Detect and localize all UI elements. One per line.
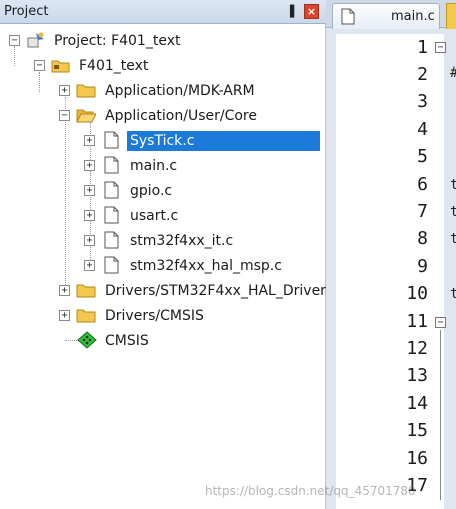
tree-row-file[interactable]: + gpio.c (0, 178, 326, 203)
tree-row-group[interactable]: + Drivers/STM32F4xx_HAL_Driver (0, 278, 326, 303)
collapse-toggle[interactable]: − (9, 35, 20, 46)
tree-row-file[interactable]: + usart.c (0, 203, 326, 228)
tree-label-component: CMSIS (105, 333, 149, 349)
line-number: 15 (406, 420, 428, 441)
editor-panel: main.c 1 2 3 4 5 6 7 8 9 10 11 12 13 14 … (326, 0, 456, 509)
project-panel: Project ▐ × − Project: F401_text − F401_… (0, 0, 326, 509)
line-number: 3 (417, 91, 428, 112)
line-number: 5 (417, 146, 428, 167)
expand-toggle[interactable]: + (84, 135, 95, 146)
folder-icon (76, 284, 96, 298)
tree-label-file: gpio.c (130, 183, 173, 199)
tree-label-group: Drivers/STM32F4xx_HAL_Driver (105, 283, 326, 299)
expand-toggle[interactable]: + (59, 285, 70, 296)
tree-label-file: SysTick.c (127, 131, 320, 151)
line-number: 8 (417, 228, 428, 249)
code-fragment: t (450, 231, 456, 247)
tree-label-group: Application/User/Core (105, 108, 257, 124)
expand-toggle[interactable]: + (59, 310, 70, 321)
tree-row-group[interactable]: + Application/MDK-ARM (0, 78, 326, 103)
file-icon (341, 8, 355, 25)
code-fragment: t (450, 286, 456, 302)
tree-row-group[interactable]: + Drivers/CMSIS (0, 303, 326, 328)
tree-label-file: usart.c (130, 208, 179, 224)
tree-label-root: Project: F401_text (54, 33, 181, 49)
tree-row-component[interactable]: CMSIS (0, 328, 326, 353)
line-number-gutter: 1 2 3 4 5 6 7 8 9 10 11 12 13 14 15 16 1… (336, 34, 446, 509)
line-number: 4 (417, 119, 428, 140)
line-number: 9 (417, 256, 428, 277)
c-file-icon (104, 206, 119, 224)
fold-guide (440, 330, 441, 500)
tree-row-file[interactable]: + SysTick.c (0, 128, 326, 153)
code-fragment: t (450, 177, 456, 193)
fold-toggle[interactable]: − (435, 42, 446, 53)
folder-icon (76, 309, 96, 323)
collapse-toggle[interactable]: − (59, 110, 70, 121)
target-folder-icon (51, 60, 70, 73)
open-folder-icon (76, 109, 96, 123)
tab-main-c[interactable]: main.c (332, 3, 440, 29)
tree-label-group: Drivers/CMSIS (105, 308, 204, 324)
tree-label-group: Application/MDK-ARM (105, 83, 255, 99)
c-file-icon (104, 156, 119, 174)
pin-button[interactable]: ▐ (283, 4, 297, 20)
tree-row-file[interactable]: + main.c (0, 153, 326, 178)
line-number: 16 (406, 448, 428, 469)
expand-toggle[interactable]: + (59, 85, 70, 96)
collapse-toggle[interactable]: − (34, 60, 45, 71)
code-fragment: # (450, 60, 456, 86)
expand-toggle[interactable]: + (84, 210, 95, 221)
c-file-icon (104, 131, 119, 149)
line-number: 12 (406, 338, 428, 359)
line-number: 2 (417, 64, 428, 85)
tree-row-file[interactable]: + stm32f4xx_it.c (0, 228, 326, 253)
tab-next[interactable] (446, 3, 456, 29)
tab-label: main.c (391, 9, 435, 24)
c-file-icon (104, 181, 119, 199)
code-fragment: t (450, 204, 456, 220)
watermark: https://blog.csdn.net/qq_45701780 (205, 484, 416, 498)
c-file-icon (104, 256, 119, 274)
line-number: 11 (406, 311, 428, 332)
tree-label-target: F401_text (79, 58, 149, 74)
tree-row-root[interactable]: − Project: F401_text (0, 28, 326, 53)
tree-label-file: stm32f4xx_hal_msp.c (130, 258, 282, 274)
panel-title: Project (4, 4, 49, 19)
line-number: 14 (406, 393, 428, 414)
expand-toggle[interactable]: + (84, 260, 95, 271)
panel-header: Project ▐ × (0, 0, 326, 24)
line-number: 7 (417, 201, 428, 222)
project-icon (27, 32, 44, 48)
line-number: 13 (406, 365, 428, 386)
tree-label-file: main.c (130, 158, 178, 174)
fold-toggle[interactable]: − (435, 317, 446, 328)
tree-row-target[interactable]: − F401_text (0, 53, 326, 78)
expand-toggle[interactable]: + (84, 160, 95, 171)
cmsis-diamond-icon (77, 331, 97, 349)
tree-row-group[interactable]: − Application/User/Core (0, 103, 326, 128)
line-number: 1 (417, 37, 428, 58)
tab-strip: main.c (326, 0, 456, 29)
expand-toggle[interactable]: + (84, 185, 95, 196)
expand-toggle[interactable]: + (84, 235, 95, 246)
line-number: 10 (406, 283, 428, 304)
tree-label-file: stm32f4xx_it.c (130, 233, 234, 249)
close-button[interactable]: × (304, 4, 319, 19)
line-number: 6 (417, 174, 428, 195)
tree-row-file[interactable]: + stm32f4xx_hal_msp.c (0, 253, 326, 278)
c-file-icon (104, 231, 119, 249)
folder-icon (76, 84, 96, 98)
